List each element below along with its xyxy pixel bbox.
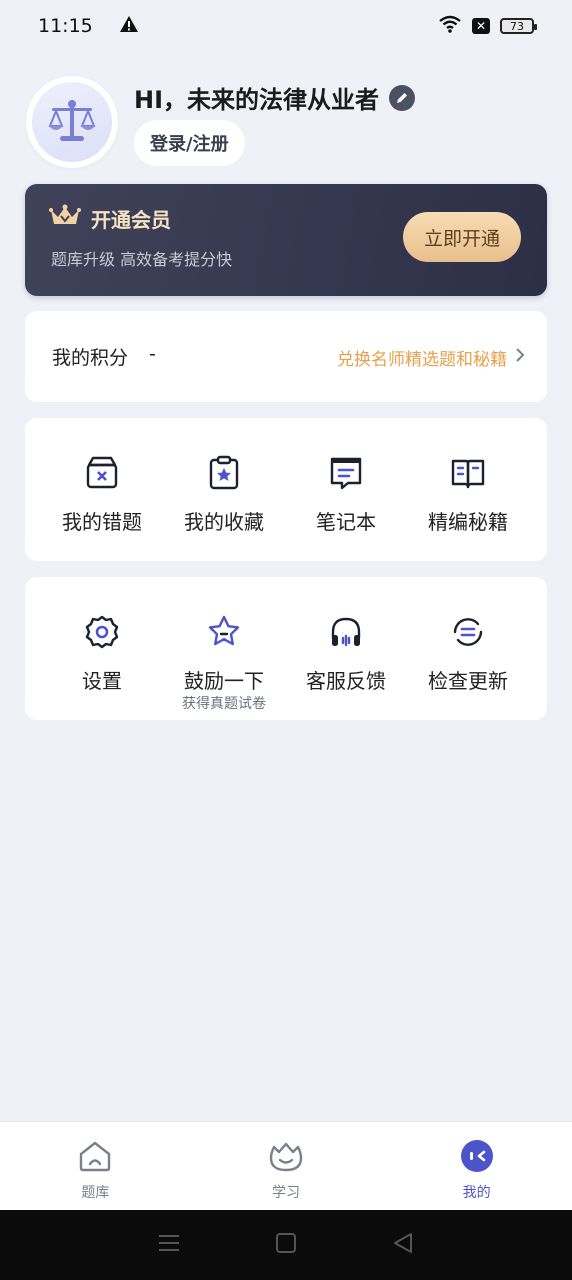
crown-icon (49, 204, 81, 233)
encourage-label: 鼓励一下 (184, 669, 264, 693)
login-register-button[interactable]: 登录/注册 (134, 120, 245, 166)
nav-item-question-bank[interactable]: 题库 (0, 1122, 191, 1210)
update-icon (449, 613, 487, 651)
greeting-title: HI，未来的法律从业者 (134, 80, 416, 115)
nav-item-study[interactable]: 学习 (191, 1122, 382, 1210)
profile-icon (459, 1138, 495, 1174)
vip-title: 开通会员 (49, 204, 171, 233)
wifi-icon (438, 15, 462, 38)
battery-level: 73 (510, 19, 524, 33)
tool-label: 精编秘籍 (428, 510, 508, 534)
gear-icon (83, 613, 121, 651)
encourage-item[interactable]: 鼓励一下 获得真题试卷 (163, 577, 285, 720)
tool-label: 笔记本 (316, 510, 376, 534)
tool-wrong-questions[interactable]: 我的错题 (41, 418, 163, 561)
scales-of-justice-icon (32, 82, 112, 162)
settings-label: 设置 (82, 669, 122, 693)
vip-banner[interactable]: 开通会员 题库升级 高效备考提分快 立即开通 (25, 184, 547, 296)
tool-favorites[interactable]: 我的收藏 (163, 418, 285, 561)
nav-label: 学习 (272, 1185, 300, 1201)
encourage-sublabel: 获得真题试卷 (182, 696, 266, 712)
points-card[interactable]: 我的积分 - 兑换名师精选题和秘籍 (25, 311, 547, 402)
points-value: - (149, 343, 156, 365)
tool-notebook[interactable]: 笔记本 (285, 418, 407, 561)
battery-icon: 73 (500, 18, 537, 34)
vip-title-text: 开通会员 (91, 208, 171, 232)
back-triangle-icon[interactable] (392, 1232, 414, 1258)
check-update-item[interactable]: 检查更新 (407, 577, 529, 720)
edit-icon[interactable] (389, 84, 416, 111)
home-icon (77, 1138, 113, 1174)
nav-item-mine[interactable]: 我的 (381, 1122, 572, 1210)
bottom-nav: 题库 学习 我的 (0, 1121, 572, 1210)
greeting-text: HI，未来的法律从业者 (134, 86, 380, 114)
wrong-questions-icon (83, 454, 121, 492)
points-exchange-link[interactable]: 兑换名师精选题和秘籍 (337, 345, 525, 370)
vip-open-button[interactable]: 立即开通 (403, 212, 521, 262)
support-feedback-label: 客服反馈 (306, 669, 386, 693)
tool-guidebook[interactable]: 精编秘籍 (407, 418, 529, 561)
study-icon (268, 1138, 304, 1174)
status-time: 11:15 (38, 15, 93, 37)
favorites-icon (205, 454, 243, 492)
points-label: 我的积分 (52, 347, 129, 369)
warning-icon (119, 15, 139, 38)
notebook-icon (327, 454, 365, 492)
profile-header: HI，未来的法律从业者 登录/注册 (26, 76, 546, 172)
status-indicators: ✕ 73 (438, 15, 537, 38)
nav-label: 题库 (81, 1185, 110, 1201)
check-update-label: 检查更新 (428, 669, 508, 693)
support-feedback-item[interactable]: 客服反馈 (285, 577, 407, 720)
points-exchange-label: 兑换名师精选题和秘籍 (337, 350, 507, 370)
home-square-icon[interactable] (275, 1232, 297, 1258)
tool-label: 我的错题 (62, 510, 142, 534)
star-icon (205, 613, 243, 651)
settings-item[interactable]: 设置 (41, 577, 163, 720)
nav-label: 我的 (462, 1185, 491, 1201)
tools-grid: 我的错题 我的收藏 笔记本 精编秘籍 (25, 418, 547, 561)
vip-subtitle: 题库升级 高效备考提分快 (51, 250, 233, 269)
guidebook-icon (449, 454, 487, 492)
system-nav-bar (0, 1210, 572, 1280)
headset-icon (327, 613, 365, 651)
status-bar: 11:15 ✕ 73 (0, 0, 572, 52)
avatar[interactable] (26, 76, 118, 168)
chevron-right-icon (515, 347, 525, 368)
tool-label: 我的收藏 (184, 510, 264, 534)
settings-grid: 设置 鼓励一下 获得真题试卷 客服反馈 检查更新 (25, 577, 547, 720)
menu-icon[interactable] (158, 1233, 180, 1257)
no-sim-icon: ✕ (472, 18, 490, 34)
